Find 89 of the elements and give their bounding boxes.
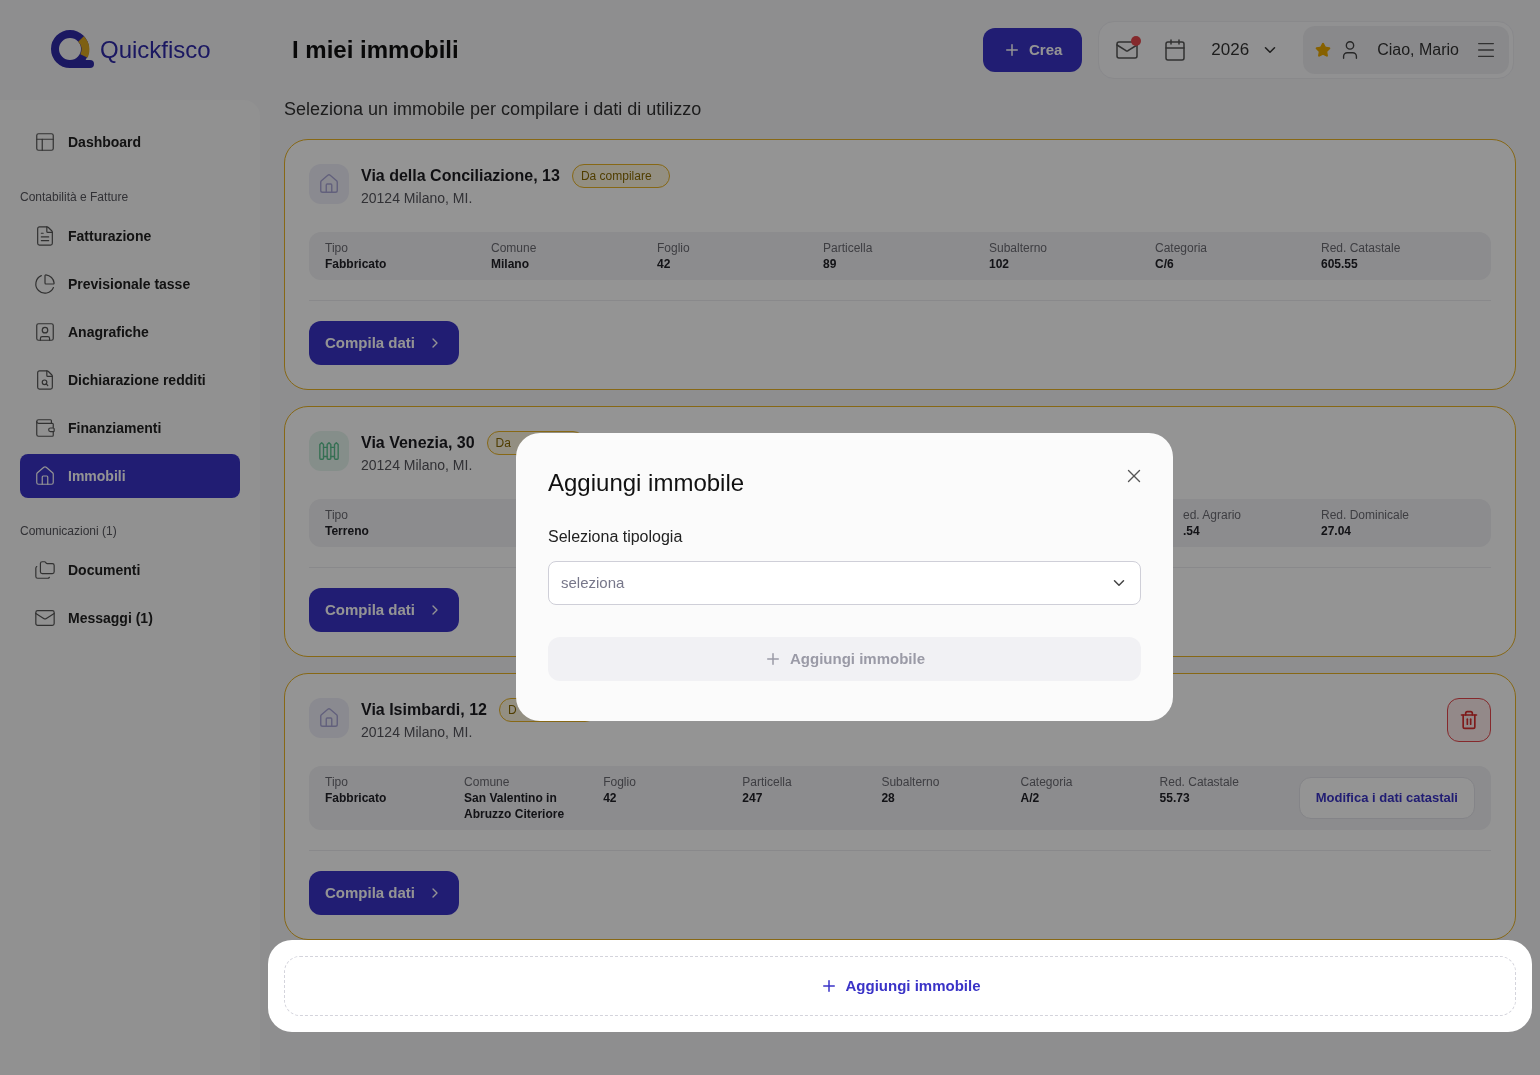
greeting: Ciao, Mario [1377,40,1459,60]
field-label: Tipo [325,507,349,523]
dialog-title: Aggiungi immobile [548,468,745,498]
field-value: 55.73 [1159,790,1191,806]
field-label: Foglio [657,240,691,256]
year-selector[interactable]: 2026 [1211,37,1280,63]
property-title: Via Isimbardi, 12 [361,700,487,720]
field-label: Seleziona tipologia [548,527,684,547]
fence-icon [309,431,349,471]
document-search-icon [34,369,56,391]
field-label: Tipo [325,774,349,790]
trash-icon [1459,710,1479,730]
field-value: 247 [742,790,764,806]
field-value: 42 [603,790,618,806]
house-icon [34,465,56,487]
plus-icon [1003,41,1021,59]
field-value: 102 [989,256,1011,272]
star-icon [1315,42,1332,58]
wallet-icon [34,417,56,439]
field-label: Red. Catastale [1321,240,1402,256]
section-heading: Comunicazioni (1) [20,523,118,540]
page-subtitle: Seleziona un immobile per compilare i dati di utilizzo [284,98,703,121]
nav-item[interactable]: Dichiarazione redditi [20,358,240,402]
field-value: Fabbricato [325,256,388,272]
field-label: Comune [464,774,511,790]
field-label: Categoria [1020,774,1074,790]
compile-button[interactable]: Compila dati [309,871,459,915]
calendar-icon [1163,38,1188,62]
delete-button[interactable] [1447,698,1491,742]
field-label: ed. Agrario [1183,507,1243,523]
field-value: San Valentino in Abruzzo Citeriore [464,790,566,822]
mail-icon [34,607,56,629]
field-value: Milano [491,256,530,272]
field-label: Subalterno [989,240,1049,256]
field-value: 605.55 [1321,256,1359,272]
folders-icon [34,559,56,581]
mail-button[interactable] [1115,38,1140,62]
logo-icon [48,29,96,71]
property-address: 20124 Milano, MI. [361,189,474,208]
field-label: Red. Dominicale [1321,507,1411,523]
nav-item[interactable]: Messaggi (1) [20,596,240,640]
compile-button[interactable]: Compila dati [309,588,459,632]
field-label: Red. Catastale [1159,774,1240,790]
property-title: Via della Conciliazione, 13 [361,166,560,186]
property-title: Via Venezia, 30 [361,433,475,453]
contact-card-icon [34,321,56,343]
page-title: I miei immobili [292,35,459,65]
type-select[interactable]: seleziona [548,561,1141,605]
field-label: Subalterno [881,774,941,790]
edit-cadastral-button[interactable]: Modifica i dati catastali [1298,777,1475,819]
nav-item[interactable]: Anagrafiche [20,310,240,354]
pie-chart-icon [34,273,56,295]
field-label: Particella [823,240,874,256]
house-icon [309,698,349,738]
house-icon [309,164,349,204]
nav-item[interactable]: Fatturazione [20,214,240,258]
field-value: A/2 [1020,790,1041,806]
add-property-button[interactable]: Aggiungi immobile [284,956,1516,1016]
field-label: Foglio [603,774,637,790]
field-value: C/6 [1155,256,1175,272]
document-icon [34,225,56,247]
status-badge: Da compilare [571,164,670,188]
field-value: .54 [1183,523,1201,539]
nav-item[interactable]: Dashboard [20,120,240,164]
compile-button[interactable]: Compila dati [309,321,459,365]
property-address: 20124 Milano, MI. [361,456,474,475]
section-heading: Contabilità e Fatture [20,189,130,206]
nav-item[interactable]: Finanziamenti [20,406,240,450]
brand-name: Quickfisco [100,35,211,65]
field-value: 28 [881,790,896,806]
nav-item[interactable]: Immobili [20,454,240,498]
field-value: Terreno [325,523,370,539]
property-address: 20124 Milano, MI. [361,723,474,742]
calendar-button[interactable] [1163,38,1188,62]
create-button[interactable]: Crea [983,28,1083,72]
user-menu[interactable]: Ciao, Mario [1303,26,1509,74]
field-value: 27.04 [1321,523,1353,539]
dashboard-icon [34,131,56,153]
field-label: Comune [491,240,538,256]
nav-item[interactable]: Documenti [20,548,240,592]
field-label: Tipo [325,240,349,256]
field-label: Categoria [1155,240,1209,256]
field-value: 89 [823,256,838,272]
field-label: Particella [742,774,793,790]
field-value: 42 [657,256,672,272]
mail-icon [1115,38,1140,62]
field-value: Fabbricato [325,790,388,806]
nav-item[interactable]: Previsionale tasse [20,262,240,306]
plus-icon [764,650,782,668]
